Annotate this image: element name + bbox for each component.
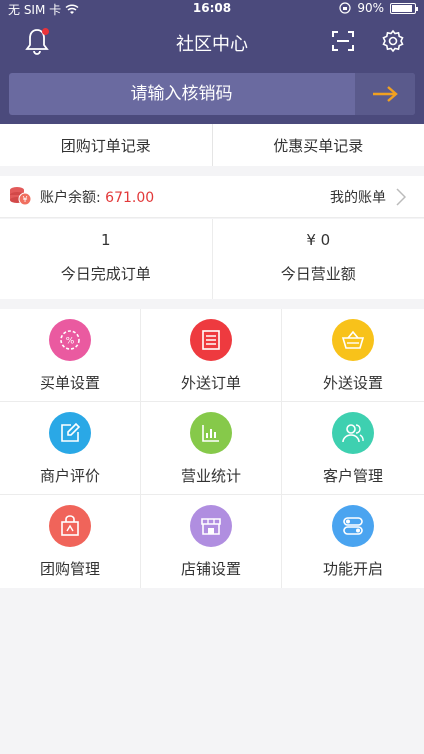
scan-icon (332, 31, 354, 51)
arrow-right-icon (373, 86, 398, 102)
menu-item-label: 功能开启 (322, 560, 383, 578)
record-tabs: 团购订单记录 优惠买单记录 (0, 124, 424, 166)
battery-level-fill (392, 4, 412, 12)
menu-item-label: 店铺设置 (180, 560, 241, 578)
svg-text:¥: ¥ (22, 195, 27, 204)
shopping-bag-icon (61, 515, 79, 536)
menu-item-label: 买单设置 (39, 374, 100, 392)
today-stats: 1 今日完成订单 ¥ 0 今日营业额 (0, 219, 424, 299)
menu-icon-circle: % (49, 319, 91, 361)
menu-item-business-stats[interactable]: 营业统计 (141, 402, 282, 495)
store-icon (201, 518, 221, 535)
menu-icon-circle (190, 319, 232, 361)
settings-button[interactable] (378, 26, 408, 56)
menu-item-store-settings[interactable]: 店铺设置 (141, 495, 282, 588)
menu-icon-circle (190, 505, 232, 547)
balance-text: 账户余额: 671.00 (40, 187, 154, 207)
my-bill-label: 我的账单 (330, 190, 386, 206)
stat-value: ¥ 0 (306, 231, 331, 249)
rotation-lock-icon (339, 2, 351, 14)
scan-button[interactable] (328, 26, 358, 56)
menu-item-label: 客户管理 (322, 467, 383, 485)
header: 无 SIM 卡 16:08 90% 社区中心 (0, 0, 424, 124)
svg-text:%: % (66, 337, 75, 347)
basket-icon (341, 330, 365, 349)
coins-icon: ¥ (10, 187, 32, 206)
menu-item-label: 营业统计 (180, 467, 241, 485)
toggle-icon (343, 517, 363, 535)
status-right: 90% (339, 1, 418, 15)
menu-item-customer-management[interactable]: 客户管理 (282, 402, 424, 495)
battery-icon (390, 2, 418, 14)
users-icon (342, 424, 364, 443)
menu-item-label: 外送订单 (180, 374, 241, 392)
discount-badge-icon: % (60, 330, 80, 350)
chevron-right-icon (396, 188, 406, 206)
menu-icon-circle (332, 505, 374, 547)
tab-group-buy-orders[interactable]: 团购订单记录 (0, 124, 212, 166)
balance-label: 账户余额: (40, 190, 106, 206)
menu-item-group-buy-management[interactable]: 团购管理 (0, 495, 141, 588)
battery-percent: 90% (357, 1, 384, 15)
menu-icon-circle (332, 412, 374, 454)
menu-item-merchant-reviews[interactable]: 商户评价 (0, 402, 141, 495)
menu-item-label: 外送设置 (322, 374, 383, 392)
account-balance-row: ¥ 账户余额: 671.00 我的账单 (0, 176, 424, 218)
function-grid: % 买单设置 外送订单 外送设置 商户评价 营业统计 客户管理 团购管理 店铺设… (0, 309, 424, 588)
gear-icon (382, 29, 404, 53)
menu-item-feature-toggle[interactable]: 功能开启 (282, 495, 424, 588)
menu-icon-circle (190, 412, 232, 454)
verify-code-input[interactable] (9, 73, 354, 115)
edit-icon (61, 422, 81, 442)
menu-item-delivery-settings[interactable]: 外送设置 (282, 309, 424, 402)
menu-item-label: 商户评价 (39, 467, 100, 485)
stat-completed-orders: 1 今日完成订单 (0, 219, 212, 299)
stat-label: 今日完成订单 (60, 265, 151, 283)
page-title: 社区中心 (176, 34, 248, 55)
tab-discount-payments[interactable]: 优惠买单记录 (211, 124, 424, 166)
menu-item-delivery-orders[interactable]: 外送订单 (141, 309, 282, 402)
stat-value: 1 (100, 231, 111, 249)
stat-label: 今日营业额 (280, 265, 356, 283)
my-bill-link[interactable]: 我的账单 (330, 187, 406, 207)
stat-revenue: ¥ 0 今日营业额 (211, 219, 424, 299)
menu-item-label: 团购管理 (39, 560, 100, 578)
menu-icon-circle (49, 412, 91, 454)
verify-code-bar (9, 73, 415, 115)
verify-submit-button[interactable] (355, 73, 415, 115)
menu-icon-circle (49, 505, 91, 547)
balance-value: 671.00 (105, 190, 155, 206)
menu-icon-circle (332, 319, 374, 361)
status-bar: 无 SIM 卡 16:08 90% (0, 0, 424, 18)
menu-item-payment-settings[interactable]: % 买单设置 (0, 309, 141, 402)
bar-chart-icon (202, 425, 219, 442)
order-list-icon (202, 330, 220, 350)
